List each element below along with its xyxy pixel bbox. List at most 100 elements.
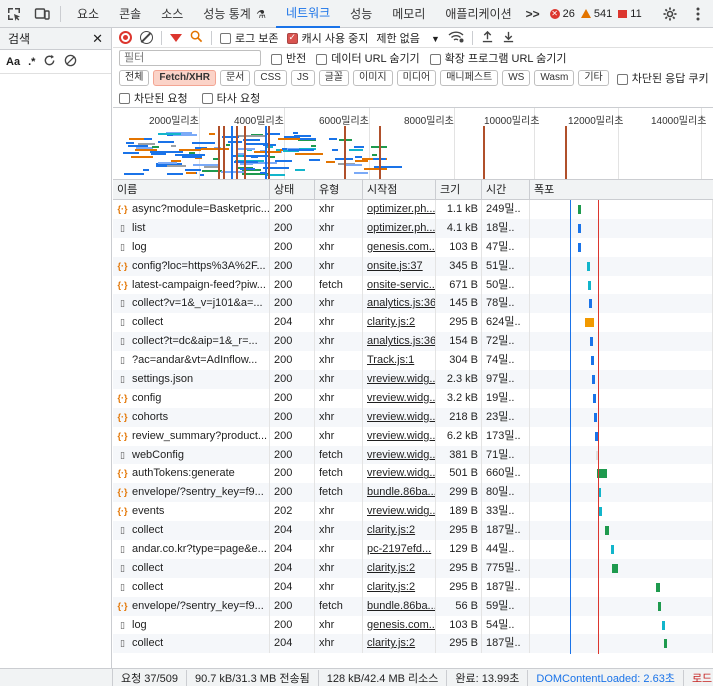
close-icon[interactable]: ✕ <box>92 31 103 47</box>
record-icon[interactable] <box>119 31 132 44</box>
clear-log-icon[interactable] <box>140 31 153 44</box>
error-count-badge[interactable]: ✕ 26 <box>549 8 575 20</box>
request-name-cell[interactable]: ▯ log <box>113 615 270 635</box>
warning-count-badge[interactable]: 541 <box>580 8 612 20</box>
initiator-link[interactable]: vreview.widg... <box>367 430 435 442</box>
request-name-cell[interactable]: ▯ log <box>113 237 270 257</box>
table-row[interactable]: {·} authTokens:generate 200 fetch vreview.wi… <box>113 464 713 484</box>
column-status[interactable]: 상태 <box>270 180 315 199</box>
initiator-link[interactable]: vreview.widg... <box>367 505 435 517</box>
tab-network[interactable]: 네트워크 <box>276 0 341 28</box>
initiator-link[interactable]: onsite-servic... <box>367 279 435 291</box>
initiator-link[interactable]: vreview.widg... <box>367 467 435 479</box>
disable-cache-checkbox[interactable]: 캐시 사용 중지 <box>286 30 368 46</box>
more-options-icon[interactable] <box>684 0 712 28</box>
initiator-link[interactable]: analytics.js:36 <box>367 297 435 309</box>
type-filter-ws[interactable]: WS <box>502 70 531 86</box>
table-row[interactable]: {·} async?module=Basketpric... 200 xhr optim… <box>113 200 713 219</box>
table-row[interactable]: {·} config?loc=https%3A%2F... 200 xhr onsite… <box>113 256 713 276</box>
more-tabs-button[interactable]: >> <box>522 0 544 28</box>
initiator-link[interactable]: vreview.widg... <box>367 411 435 423</box>
request-name-cell[interactable]: ▯ list <box>113 218 270 238</box>
request-name-cell[interactable]: {·} latest-campaign-feed?piw... <box>113 275 270 295</box>
request-name-cell[interactable]: ▯ collect <box>113 577 270 597</box>
type-filter-wasm[interactable]: Wasm <box>534 70 575 86</box>
blocked-requests-checkbox[interactable]: 차단된 요청 <box>119 90 188 106</box>
tab-sources[interactable]: 소스 <box>151 0 193 28</box>
type-filter-fetch-xhr[interactable]: Fetch/XHR <box>153 70 216 86</box>
table-row[interactable]: {·} envelope/?sentry_key=f9... 200 fetch bun… <box>113 483 713 503</box>
regex-button[interactable]: .* <box>28 56 35 68</box>
request-name-cell[interactable]: {·} authTokens:generate <box>113 464 270 484</box>
table-row[interactable]: ▯ collect 204 xhr clarity.js:2 295 B 775밀.. <box>113 558 713 578</box>
request-name-cell[interactable]: ▯ collect?t=dc&aip=1&_r=... <box>113 332 270 352</box>
request-name-cell[interactable]: {·} envelope/?sentry_key=f9... <box>113 483 270 503</box>
table-row[interactable]: {·} envelope/?sentry_key=f9... 200 fetch bun… <box>113 596 713 616</box>
request-name-cell[interactable]: {·} cohorts <box>113 407 270 427</box>
initiator-link[interactable]: vreview.widg... <box>367 449 435 461</box>
request-name-cell[interactable]: ▯ collect <box>113 313 270 333</box>
type-filter-doc[interactable]: 문서 <box>219 70 251 86</box>
initiator-link[interactable]: onsite.js:37 <box>367 260 423 272</box>
request-name-cell[interactable]: {·} envelope/?sentry_key=f9... <box>113 596 270 616</box>
request-name-cell[interactable]: ▯ collect?v=1&_v=j101&a=... <box>113 294 270 314</box>
table-row[interactable]: {·} latest-campaign-feed?piw... 200 fetch on… <box>113 275 713 295</box>
tab-elements[interactable]: 요소 <box>67 0 109 28</box>
table-row[interactable]: ▯ log 200 xhr genesis.com... 103 B 47밀.. <box>113 237 713 257</box>
type-filter-css[interactable]: CSS <box>254 70 287 86</box>
initiator-link[interactable]: pc-2197efd... <box>367 543 431 555</box>
table-row[interactable]: {·} cohorts 200 xhr vreview.widg... 218 B 23밀.… <box>113 407 713 427</box>
initiator-link[interactable]: optimizer.ph... <box>367 203 435 215</box>
table-row[interactable]: ▯ collect?t=dc&aip=1&_r=... 200 xhr analytic… <box>113 332 713 352</box>
type-filter-img[interactable]: 이미지 <box>353 70 393 86</box>
request-name-cell[interactable]: ▯ ?ac=andar&vt=AdInflow... <box>113 351 270 371</box>
invert-checkbox[interactable]: 반전 <box>271 50 306 66</box>
initiator-link[interactable]: bundle.86ba... <box>367 486 435 498</box>
tab-memory[interactable]: 메모리 <box>382 0 435 28</box>
blocked-cookies-checkbox[interactable]: 차단된 응답 쿠키 <box>616 70 709 86</box>
table-row[interactable]: {·} config 200 xhr vreview.widg... 3.2 kB 19밀.… <box>113 388 713 408</box>
initiator-link[interactable]: clarity.js:2 <box>367 637 415 649</box>
issues-count-badge[interactable]: 11 <box>618 8 642 20</box>
timeline-overview[interactable]: 2000밀리초 4000밀리초 6000밀리초 8000밀리초 10000밀리초 1200… <box>113 108 713 180</box>
table-row[interactable]: ▯ collect 204 xhr clarity.js:2 295 B 187밀.. <box>113 577 713 597</box>
table-row[interactable]: ▯ collect 204 xhr clarity.js:2 295 B 187밀.. <box>113 521 713 541</box>
table-row[interactable]: ▯ collect?v=1&_v=j101&a=... 200 xhr analytic… <box>113 294 713 314</box>
column-size[interactable]: 크기 <box>436 180 482 199</box>
settings-gear-icon[interactable] <box>656 0 684 28</box>
refresh-icon[interactable] <box>43 54 56 70</box>
inspect-element-icon[interactable] <box>0 0 28 28</box>
initiator-link[interactable]: clarity.js:2 <box>367 562 415 574</box>
import-har-icon[interactable] <box>481 30 494 46</box>
table-row[interactable]: ▯ collect 204 xhr clarity.js:2 295 B 624밀.. <box>113 313 713 333</box>
initiator-link[interactable]: clarity.js:2 <box>367 581 415 593</box>
table-row[interactable]: ▯ collect 204 xhr clarity.js:2 295 B 187밀.. <box>113 634 713 654</box>
initiator-link[interactable]: genesis.com... <box>367 241 435 253</box>
request-name-cell[interactable]: ▯ collect <box>113 521 270 541</box>
hide-data-url-checkbox[interactable]: 데이터 URL 숨기기 <box>316 50 420 66</box>
initiator-link[interactable]: Track.js:1 <box>367 354 414 366</box>
initiator-link[interactable]: clarity.js:2 <box>367 524 415 536</box>
request-name-cell[interactable]: {·} review_summary?product... <box>113 426 270 446</box>
table-row[interactable]: {·} events 202 xhr vreview.widg... 189 B 33밀.. <box>113 502 713 522</box>
request-name-cell[interactable]: ▯ collect <box>113 634 270 654</box>
column-time[interactable]: 시간 <box>482 180 530 199</box>
initiator-link[interactable]: optimizer.ph... <box>367 222 435 234</box>
match-case-button[interactable]: Aa <box>6 56 20 68</box>
type-filter-js[interactable]: JS <box>290 70 315 86</box>
third-party-checkbox[interactable]: 타사 요청 <box>201 90 260 106</box>
tab-console[interactable]: 콘솔 <box>109 0 151 28</box>
device-toolbar-icon[interactable] <box>28 0 56 28</box>
initiator-link[interactable]: bundle.86ba... <box>367 600 435 612</box>
initiator-link[interactable]: analytics.js:36 <box>367 335 435 347</box>
type-filter-media[interactable]: 미디어 <box>396 70 437 86</box>
type-filter-other[interactable]: 기타 <box>578 70 609 86</box>
type-filter-font[interactable]: 글꼴 <box>318 70 350 86</box>
hide-extension-url-checkbox[interactable]: 확장 프로그램 URL 숨기기 <box>429 50 567 66</box>
column-name[interactable]: 이름 <box>113 180 270 199</box>
initiator-link[interactable]: clarity.js:2 <box>367 316 415 328</box>
tab-performance-insights[interactable]: 성능 통계 ⚗ <box>193 0 276 28</box>
type-filter-all[interactable]: 전체 <box>119 70 150 86</box>
table-row[interactable]: ▯ log 200 xhr genesis.com... 103 B 54밀.. <box>113 615 713 635</box>
table-row[interactable]: ▯ settings.json 200 xhr vreview.widg... 2.3 k… <box>113 370 713 389</box>
